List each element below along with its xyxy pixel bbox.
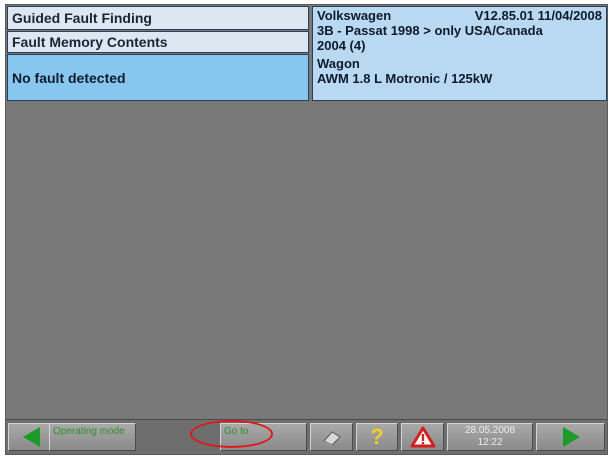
mode-panel: Guided Fault Finding Fault Memory Conten…	[7, 6, 311, 102]
arrow-left-icon	[23, 427, 40, 447]
vehicle-header-line: Volkswagen V12.85.01 11/04/2008	[317, 8, 602, 23]
vehicle-body-type: Wagon	[317, 56, 360, 71]
vehicle-model-year: 2004 (4)	[317, 38, 366, 53]
bottom-toolbar: Operating mode Go to ? 28.05.2008 12:22	[6, 419, 607, 454]
status-message: No fault detected	[7, 54, 309, 101]
vehicle-model: 3B - Passat 1998 > only USA/Canada	[317, 23, 543, 38]
operating-mode-button[interactable]: Operating mode	[49, 423, 136, 451]
warning-icon	[410, 426, 436, 448]
diagnostic-screen: Guided Fault Finding Fault Memory Conten…	[5, 4, 608, 455]
operating-mode-label: Operating mode	[53, 426, 125, 437]
vehicle-engine: AWM 1.8 L Motronic / 125kW	[317, 71, 493, 86]
question-icon: ?	[370, 424, 384, 449]
software-version: V12.85.01 11/04/2008	[474, 8, 602, 23]
date-text: 28.05.2008	[464, 425, 516, 436]
function-title: Fault Memory Contents	[7, 31, 309, 53]
goto-button[interactable]: Go to	[220, 423, 307, 451]
time-text: 12:22	[477, 437, 503, 448]
forward-button[interactable]	[536, 423, 605, 451]
mode-title: Guided Fault Finding	[7, 6, 309, 30]
vehicle-make: Volkswagen	[317, 8, 392, 23]
warning-button[interactable]	[401, 423, 444, 451]
arrow-right-icon	[563, 427, 580, 447]
goto-label: Go to	[224, 426, 249, 437]
date-time-display: 28.05.2008 12:22	[447, 423, 533, 451]
print-button[interactable]	[310, 423, 353, 451]
help-button[interactable]: ?	[356, 423, 398, 451]
vehicle-info-panel: Volkswagen V12.85.01 11/04/2008 3B - Pas…	[312, 6, 607, 101]
back-button[interactable]	[8, 423, 52, 451]
eraser-icon	[323, 431, 341, 447]
